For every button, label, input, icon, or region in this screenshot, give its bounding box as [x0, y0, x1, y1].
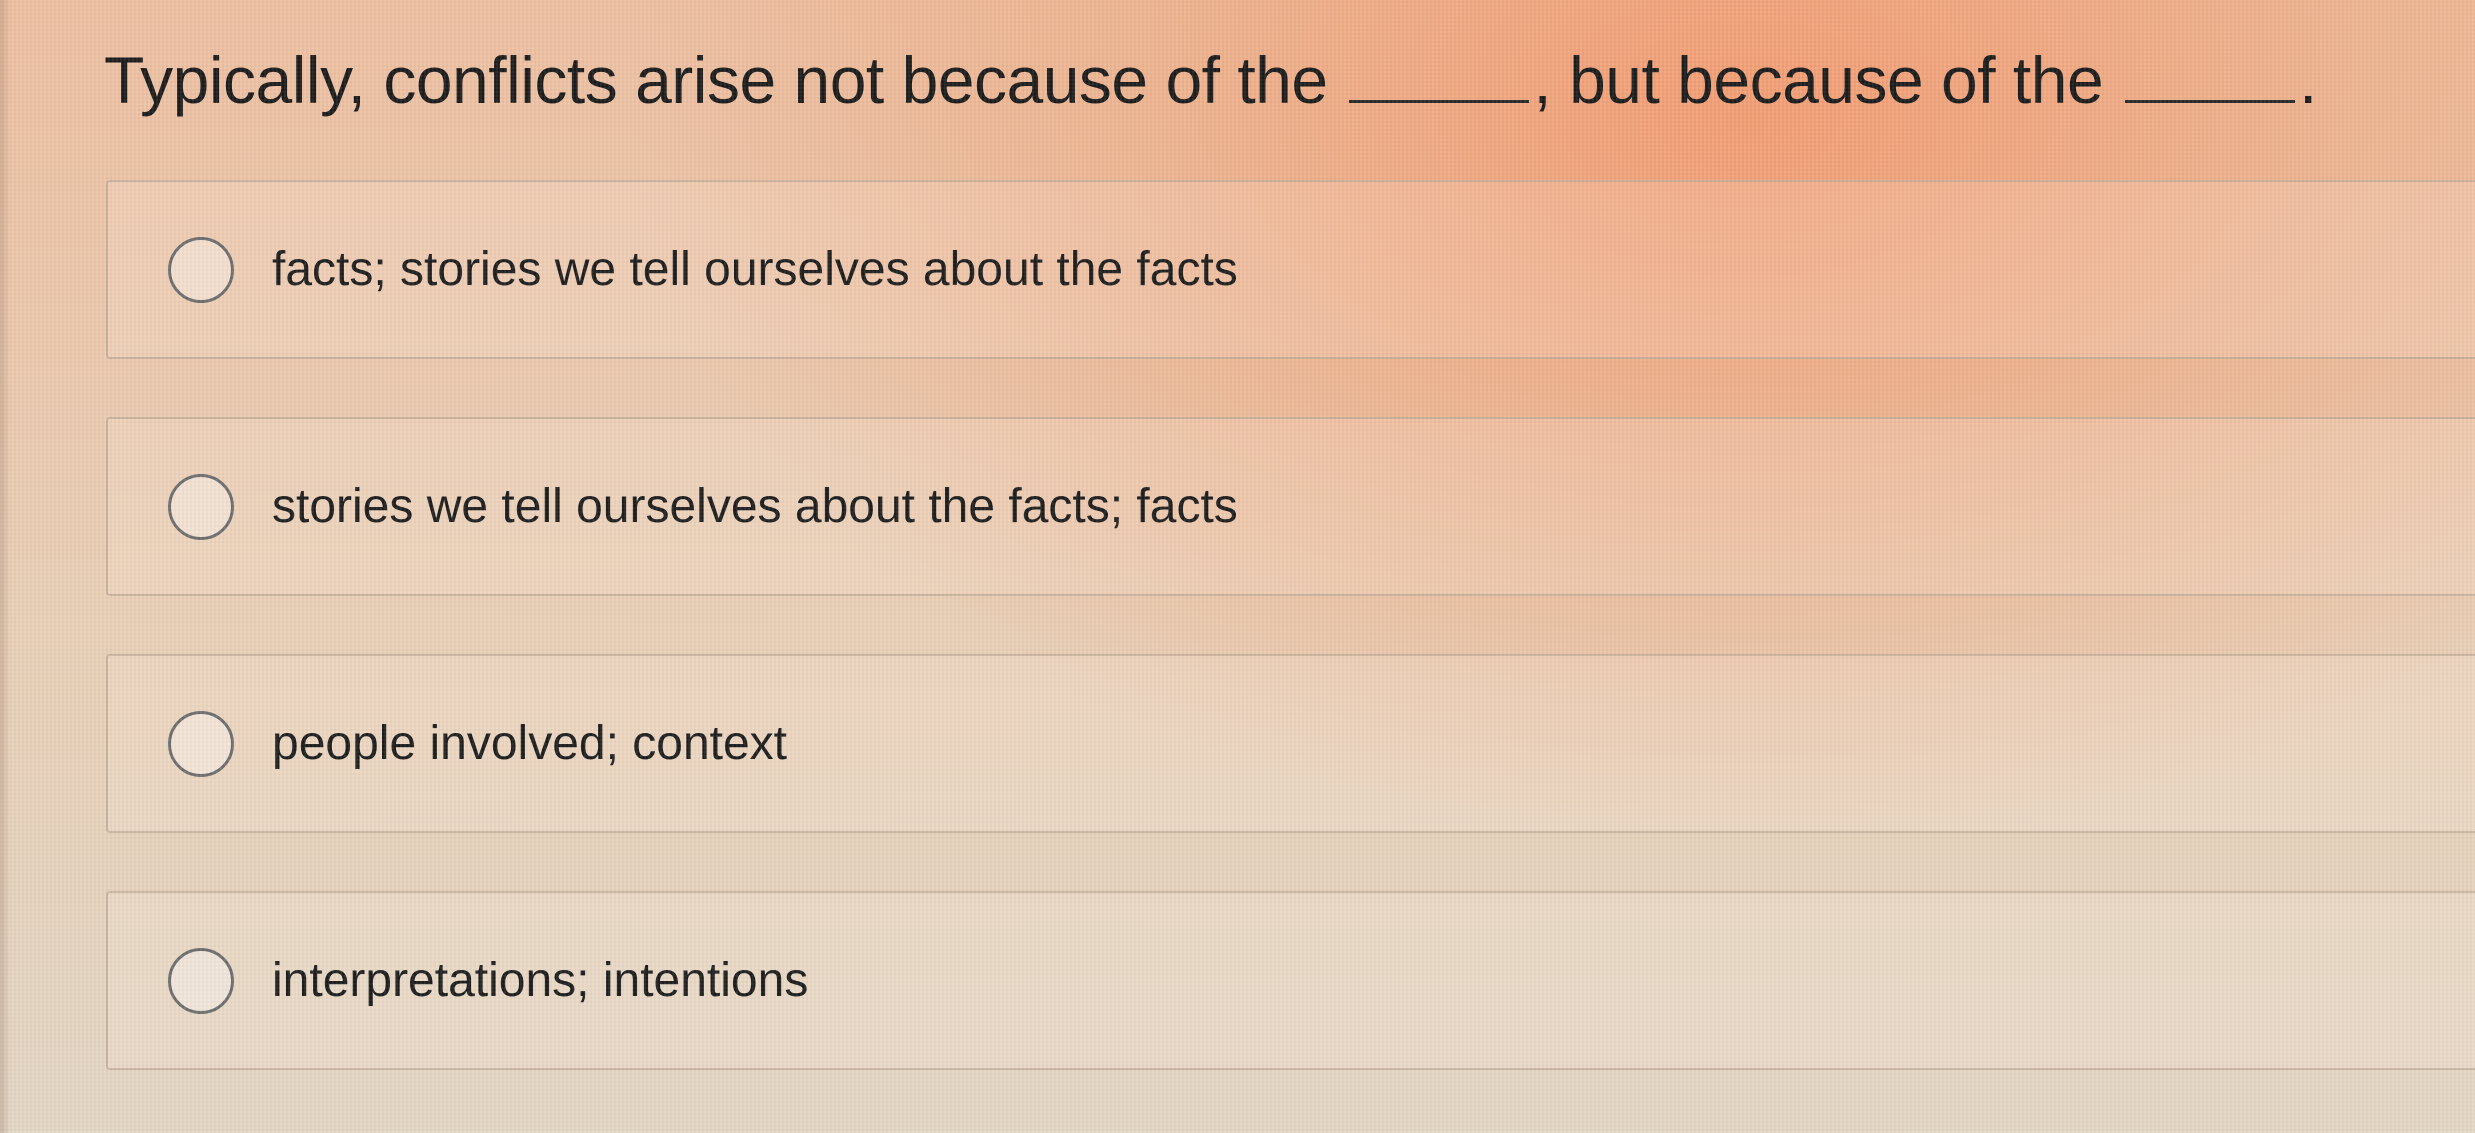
option-label: stories we tell ourselves about the fact… — [272, 480, 1238, 533]
answer-option-1[interactable]: facts; stories we tell ourselves about t… — [106, 180, 2475, 359]
option-label: people involved; context — [272, 717, 788, 770]
question-part-3: . — [2299, 43, 2317, 117]
answer-option-3[interactable]: people involved; context — [106, 654, 2475, 833]
answer-blank-1 — [1349, 90, 1530, 103]
radio-button-icon[interactable] — [168, 473, 234, 540]
option-label: interpretations; intentions — [272, 954, 809, 1007]
question-text: Typically, conflicts arise not because o… — [104, 42, 2464, 118]
radio-button-icon[interactable] — [168, 236, 234, 303]
screen-edge-shadow — [0, 0, 10, 1133]
answer-option-2[interactable]: stories we tell ourselves about the fact… — [106, 417, 2475, 596]
question-part-1: Typically, conflicts arise not because o… — [104, 43, 1328, 117]
radio-button-icon[interactable] — [168, 710, 234, 777]
question-part-2: , but because of the — [1533, 43, 2104, 117]
radio-button-icon[interactable] — [168, 947, 234, 1014]
answer-blank-2 — [2125, 90, 2296, 103]
option-label: facts; stories we tell ourselves about t… — [272, 243, 1238, 296]
answer-option-4[interactable]: interpretations; intentions — [106, 891, 2475, 1070]
answer-options: facts; stories we tell ourselves about t… — [106, 180, 2475, 1128]
